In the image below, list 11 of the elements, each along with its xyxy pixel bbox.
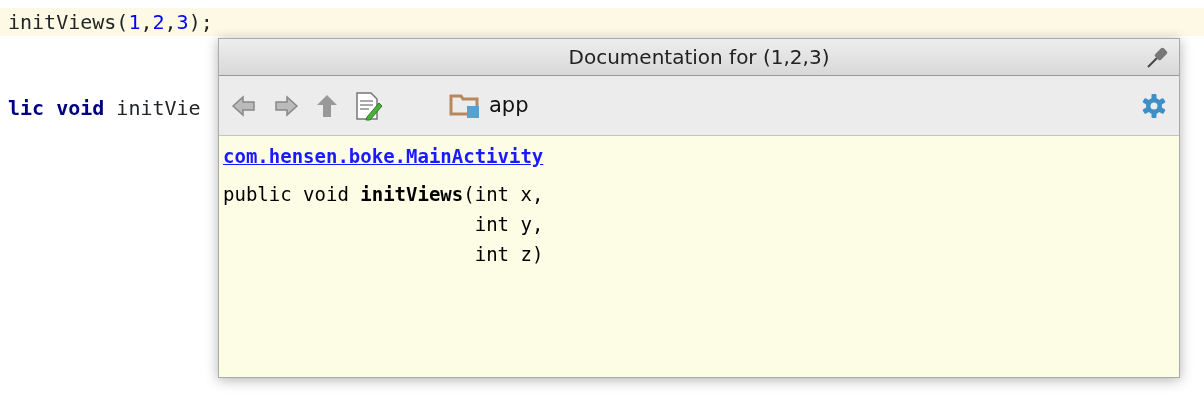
method-signature: public void initViews(int x, int y, int z) (223, 181, 544, 267)
forward-arrow-icon[interactable] (273, 93, 299, 118)
edit-source-icon[interactable] (355, 90, 383, 121)
up-arrow-icon[interactable] (315, 92, 339, 119)
back-arrow-icon[interactable] (231, 93, 257, 118)
code-line: initViews(1,2,3); (8, 9, 213, 36)
module-label: app (489, 91, 529, 119)
code-line: lic void initVie (8, 95, 201, 122)
settings-icon[interactable] (1141, 92, 1167, 119)
class-link[interactable]: com.hensen.boke.MainActivity (223, 145, 544, 167)
popup-title: Documentation for (1,2,3) (568, 44, 830, 71)
